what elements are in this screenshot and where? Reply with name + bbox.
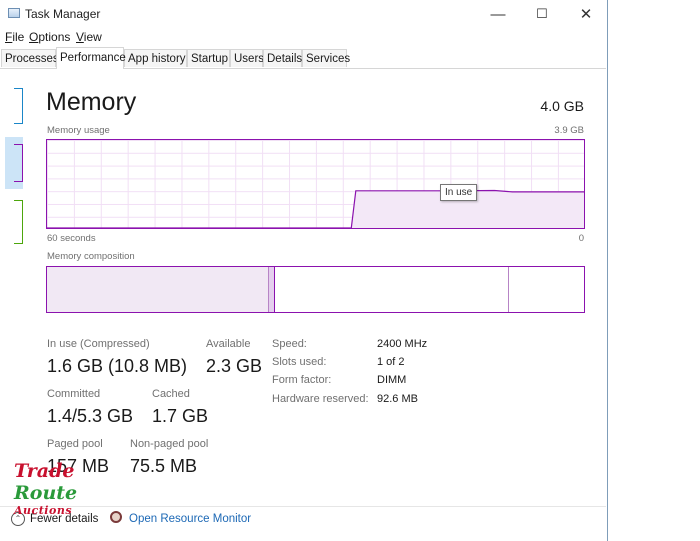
form-factor-value: DIMM (377, 374, 407, 386)
total-memory: 4.0 GB (540, 98, 584, 114)
title-bar: Task Manager — ☐ ✕ (0, 0, 608, 28)
form-factor-label: Form factor: (272, 374, 332, 386)
page-title: Memory (46, 88, 137, 116)
hardware-reserved-value: 92.6 MB (377, 393, 418, 405)
speed-label: Speed: (272, 338, 307, 350)
hardware-reserved-label: Hardware reserved: (272, 393, 369, 405)
available-label: Available (206, 338, 251, 350)
maximize-button[interactable]: ☐ (520, 0, 564, 28)
in-use-label: In use (Compressed) (47, 338, 150, 350)
sidebar-item-disk[interactable] (14, 200, 23, 244)
minimize-button[interactable]: — (476, 0, 520, 28)
menu-options[interactable]: Options (29, 30, 70, 44)
memory-usage-max: 3.9 GB (554, 125, 584, 136)
tab-bar: Processes Performance App history Startu… (0, 47, 606, 69)
menu-file[interactable]: File (5, 30, 24, 44)
tab-app-history[interactable]: App history (124, 49, 187, 67)
slots-used-value: 1 of 2 (377, 356, 405, 368)
trade-route-auctions-watermark: Trade Route Auctions (14, 460, 77, 522)
non-paged-pool-value: 75.5 MB (130, 456, 198, 476)
task-manager-icon (8, 8, 20, 18)
committed-value: 1.4/5.3 GB (47, 406, 134, 426)
close-button[interactable]: ✕ (564, 0, 608, 28)
tab-performance[interactable]: Performance (56, 47, 126, 69)
non-paged-pool-label: Non-paged pool (130, 438, 209, 450)
composition-free-segment (509, 267, 584, 312)
resource-monitor-icon (110, 511, 122, 523)
composition-in-use-segment (47, 267, 269, 312)
menu-view[interactable]: View (76, 30, 102, 44)
tab-details[interactable]: Details (263, 49, 302, 67)
sidebar-item-cpu[interactable] (14, 88, 23, 124)
tab-users[interactable]: Users (230, 49, 264, 67)
watermark-line-1: Trade (14, 460, 75, 482)
window-title: Task Manager (25, 7, 101, 21)
time-axis-left-label: 60 seconds (47, 233, 96, 244)
tab-processes[interactable]: Processes (1, 49, 59, 67)
committed-label: Committed (47, 388, 101, 400)
slots-used-label: Slots used: (272, 356, 327, 368)
speed-value: 2400 MHz (377, 338, 428, 350)
watermark-line-3: Auctions (14, 504, 73, 517)
paged-pool-label: Paged pool (47, 438, 103, 450)
sidebar-item-memory[interactable] (14, 144, 23, 182)
cached-label: Cached (152, 388, 190, 400)
memory-composition-label: Memory composition (47, 251, 135, 262)
memory-usage-label: Memory usage (47, 125, 110, 136)
time-axis-right-label: 0 (578, 233, 584, 244)
cached-value: 1.7 GB (152, 406, 209, 426)
open-resource-monitor-link[interactable]: Open Resource Monitor (129, 513, 251, 525)
memory-composition-bar (46, 266, 585, 313)
memory-usage-graph (46, 139, 585, 229)
in-use-tooltip: In use (440, 184, 478, 201)
composition-standby-segment (275, 267, 509, 312)
available-value: 2.3 GB (206, 356, 263, 376)
in-use-value: 1.6 GB (10.8 MB) (47, 356, 188, 376)
task-manager-window: Task Manager — ☐ ✕ File Options View Pro… (0, 0, 608, 541)
memory-usage-area (47, 190, 584, 228)
footer-separator (0, 506, 606, 507)
tab-services[interactable]: Services (302, 49, 350, 67)
tab-startup[interactable]: Startup (187, 49, 230, 67)
